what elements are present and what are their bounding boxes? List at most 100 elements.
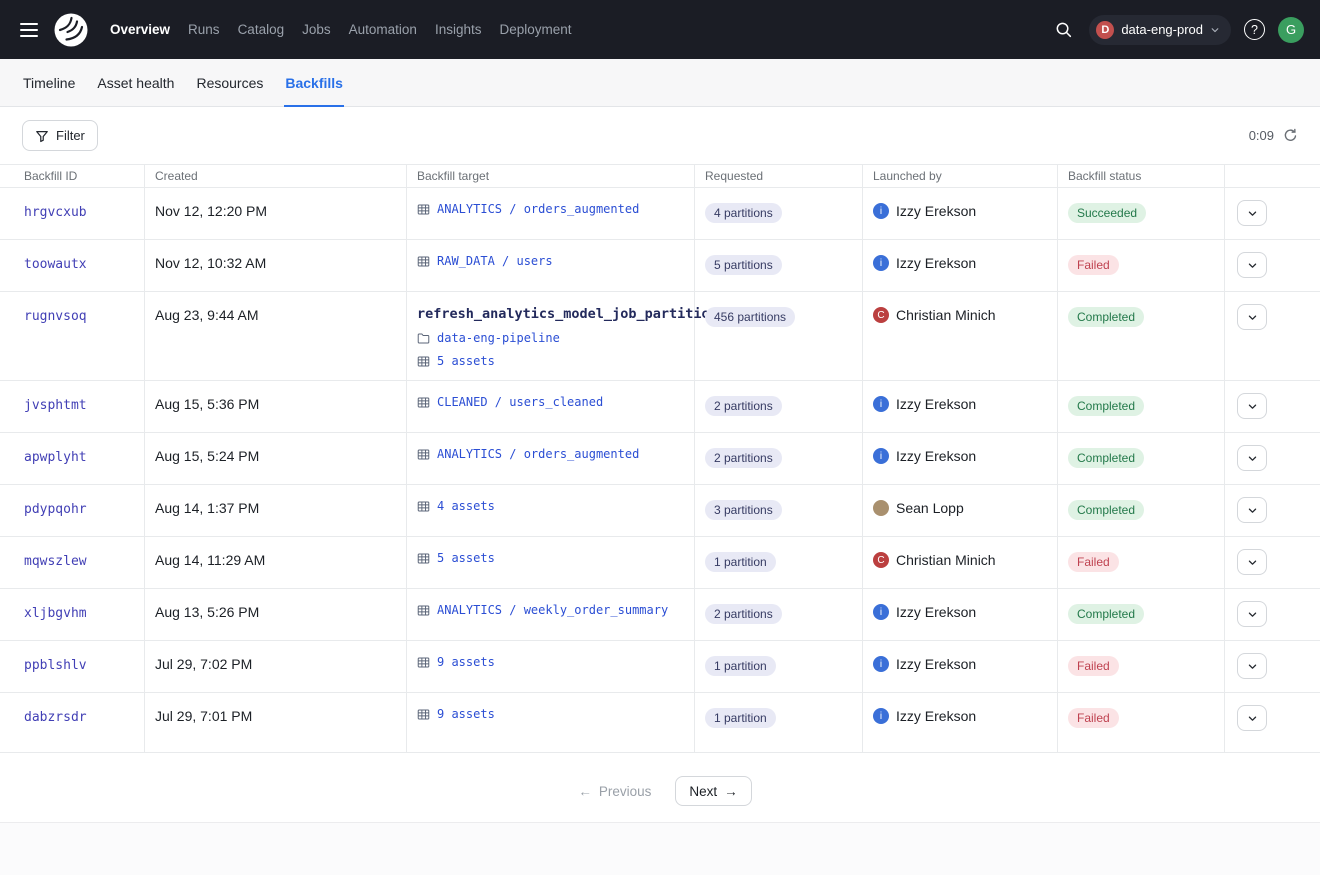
asset-grid-icon bbox=[417, 500, 430, 513]
table-row: rugnvsoqAug 23, 9:44 AMrefresh_analytics… bbox=[0, 292, 1320, 381]
tab-backfills[interactable]: Backfills bbox=[274, 59, 354, 106]
actions-cell bbox=[1225, 641, 1320, 692]
user-avatar-icon: C bbox=[873, 552, 889, 568]
actions-cell bbox=[1225, 537, 1320, 588]
table-row: toowautx Nov 12, 10:32 AM RAW_DATA / users… bbox=[0, 240, 1320, 292]
column-header: Launched by bbox=[863, 165, 1058, 187]
row-actions-button[interactable] bbox=[1237, 304, 1267, 330]
created-cell: Jul 29, 7:01 PM bbox=[145, 693, 407, 752]
search-button[interactable] bbox=[1050, 17, 1076, 43]
backfill-id-cell: xljbgvhm bbox=[0, 589, 145, 640]
launched-by-user: iIzzy Erekson bbox=[873, 708, 1047, 724]
user-avatar-icon: i bbox=[873, 203, 889, 219]
partitions-badge: 3 partitions bbox=[705, 500, 782, 520]
launched-by-user: CChristian Minich bbox=[873, 552, 1047, 568]
created-cell: Aug 14, 1:37 PM bbox=[145, 485, 407, 536]
asset-grid-icon bbox=[417, 255, 430, 268]
status-cell: Completed bbox=[1058, 381, 1225, 432]
table-row: dabzrsdrJul 29, 7:01 PM9 assets1 partiti… bbox=[0, 693, 1320, 753]
nav-item-catalog[interactable]: Catalog bbox=[229, 14, 294, 45]
backfill-id-link[interactable]: rugnvsoq bbox=[24, 309, 87, 324]
user-menu-button[interactable]: G bbox=[1278, 17, 1304, 43]
row-actions-button[interactable] bbox=[1237, 445, 1267, 471]
target-link[interactable]: 9 assets bbox=[437, 707, 495, 721]
launched-by-cell: iIzzy Erekson bbox=[863, 641, 1058, 692]
backfill-id-link[interactable]: dabzrsdr bbox=[24, 710, 87, 725]
deployment-switcher[interactable]: D data-eng-prod bbox=[1089, 15, 1231, 45]
nav-item-deployment[interactable]: Deployment bbox=[490, 14, 580, 45]
target-link[interactable]: ANALYTICS / weekly_order_summary bbox=[437, 603, 668, 617]
refresh-icon[interactable] bbox=[1283, 128, 1298, 143]
target-line: data-eng-pipeline bbox=[417, 331, 684, 345]
backfill-id-cell: ppblshlv bbox=[0, 641, 145, 692]
requested-cell: 2 partitions bbox=[695, 433, 863, 484]
backfill-id-link[interactable]: jvsphtmt bbox=[24, 398, 87, 413]
backfill-id-link[interactable]: toowautx bbox=[24, 257, 87, 272]
previous-page-button[interactable]: ← Previous bbox=[568, 776, 661, 806]
backfill-id-link[interactable]: xljbgvhm bbox=[24, 606, 87, 621]
nav-item-jobs[interactable]: Jobs bbox=[293, 14, 340, 45]
target-link[interactable]: 9 assets bbox=[437, 655, 495, 669]
tab-timeline[interactable]: Timeline bbox=[12, 59, 86, 106]
actions-cell bbox=[1225, 485, 1320, 536]
partitions-badge: 5 partitions bbox=[705, 255, 782, 275]
backfill-id-link[interactable]: ppblshlv bbox=[24, 658, 87, 673]
backfill-target-cell: 5 assets bbox=[407, 537, 695, 588]
asset-grid-icon bbox=[417, 708, 430, 721]
launched-by-cell: CChristian Minich bbox=[863, 292, 1058, 380]
target-link[interactable]: CLEANED / users_cleaned bbox=[437, 395, 603, 409]
actions-cell bbox=[1225, 188, 1320, 239]
actions-cell bbox=[1225, 589, 1320, 640]
backfill-target-cell: 9 assets bbox=[407, 693, 695, 752]
asset-grid-icon bbox=[417, 448, 430, 461]
nav-item-runs[interactable]: Runs bbox=[179, 14, 229, 45]
row-actions-button[interactable] bbox=[1237, 601, 1267, 627]
top-navbar: OverviewRunsCatalogJobsAutomationInsight… bbox=[0, 0, 1320, 59]
backfill-id-cell: hrgvcxub bbox=[0, 188, 145, 239]
row-actions-button[interactable] bbox=[1237, 393, 1267, 419]
menu-button[interactable] bbox=[14, 15, 44, 45]
target-line: 5 assets bbox=[417, 551, 684, 565]
created-cell: Nov 12, 10:32 AM bbox=[145, 240, 407, 291]
target-link[interactable]: RAW_DATA / users bbox=[437, 254, 553, 268]
row-actions-button[interactable] bbox=[1237, 705, 1267, 731]
chevron-down-icon bbox=[1247, 505, 1258, 516]
backfill-id-link[interactable]: apwplyht bbox=[24, 450, 87, 465]
target-link[interactable]: data-eng-pipeline bbox=[437, 331, 560, 345]
nav-item-overview[interactable]: Overview bbox=[101, 14, 179, 45]
tab-resources[interactable]: Resources bbox=[185, 59, 274, 106]
created-cell: Nov 12, 12:20 PM bbox=[145, 188, 407, 239]
row-actions-button[interactable] bbox=[1237, 497, 1267, 523]
backfill-target-cell: ANALYTICS / weekly_order_summary bbox=[407, 589, 695, 640]
target-link[interactable]: 4 assets bbox=[437, 499, 495, 513]
nav-item-automation[interactable]: Automation bbox=[340, 14, 426, 45]
target-link[interactable]: 5 assets bbox=[437, 551, 495, 565]
row-actions-button[interactable] bbox=[1237, 252, 1267, 278]
status-badge: Completed bbox=[1068, 448, 1144, 468]
target-link[interactable]: ANALYTICS / orders_augmented bbox=[437, 447, 639, 461]
backfill-id-link[interactable]: mqwszlew bbox=[24, 554, 87, 569]
asset-grid-icon bbox=[417, 604, 430, 617]
backfill-id-link[interactable]: hrgvcxub bbox=[24, 205, 87, 220]
row-actions-button[interactable] bbox=[1237, 549, 1267, 575]
help-button[interactable]: ? bbox=[1244, 19, 1265, 40]
chevron-down-icon bbox=[1247, 401, 1258, 412]
target-link[interactable]: ANALYTICS / orders_augmented bbox=[437, 202, 639, 216]
backfill-id-link[interactable]: pdypqohr bbox=[24, 502, 87, 517]
row-actions-button[interactable] bbox=[1237, 200, 1267, 226]
next-label: Next bbox=[689, 784, 717, 799]
table-row: apwplyht Aug 15, 5:24 PM ANALYTICS / order… bbox=[0, 433, 1320, 485]
launched-by-cell: iIzzy Erekson bbox=[863, 188, 1058, 239]
row-actions-button[interactable] bbox=[1237, 653, 1267, 679]
filter-icon bbox=[35, 129, 49, 143]
filter-button[interactable]: Filter bbox=[22, 120, 98, 151]
created-cell: Aug 15, 5:24 PM bbox=[145, 433, 407, 484]
target-link[interactable]: 5 assets bbox=[437, 354, 495, 368]
user-avatar-icon: i bbox=[873, 396, 889, 412]
launched-by-user: iIzzy Erekson bbox=[873, 203, 1047, 219]
created-cell: Aug 15, 5:36 PM bbox=[145, 381, 407, 432]
next-page-button[interactable]: Next → bbox=[675, 776, 751, 806]
tab-asset-health[interactable]: Asset health bbox=[86, 59, 185, 106]
pagination: ← Previous Next → bbox=[0, 753, 1320, 806]
nav-item-insights[interactable]: Insights bbox=[426, 14, 491, 45]
